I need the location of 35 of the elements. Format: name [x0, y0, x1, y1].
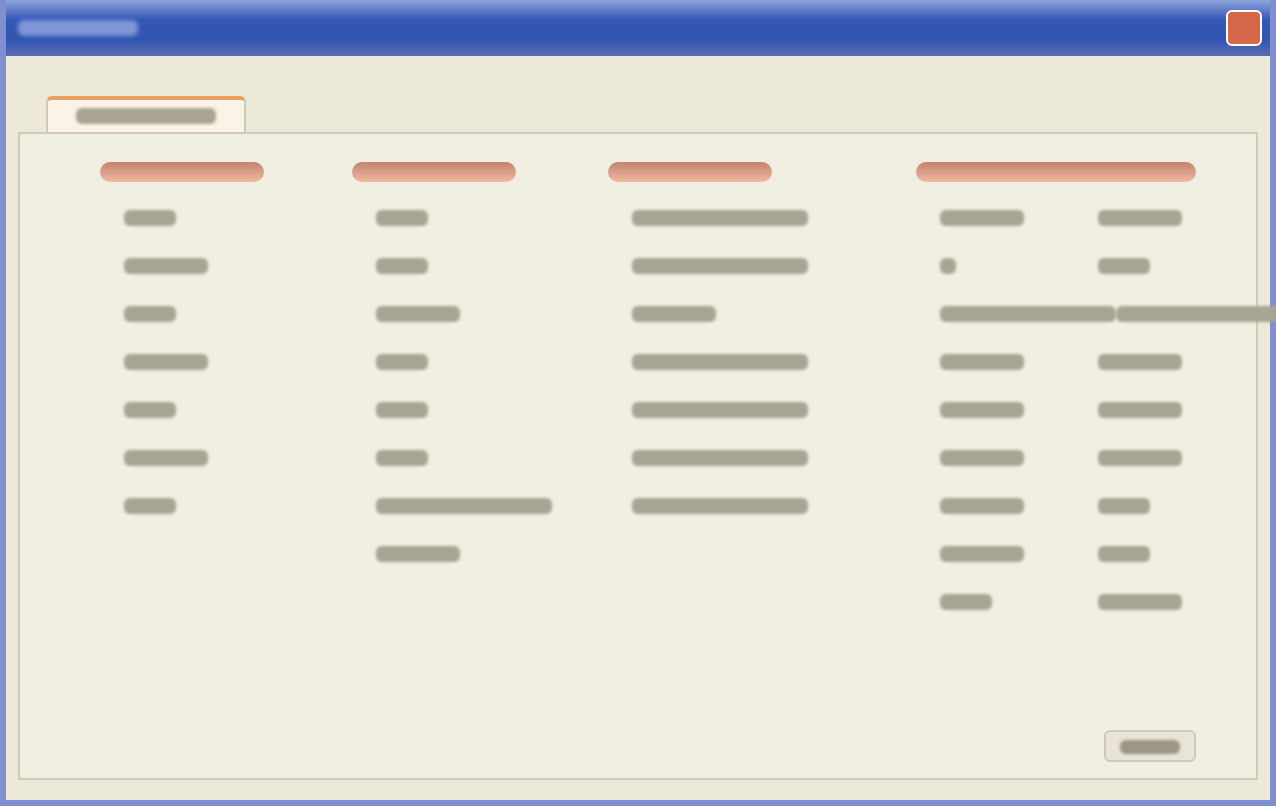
blurred-text [376, 450, 428, 466]
blurred-text [940, 450, 1024, 466]
blurred-text [1098, 546, 1150, 562]
tab[interactable] [46, 96, 246, 132]
blurred-text [1098, 498, 1150, 514]
blurred-text [376, 546, 460, 562]
blurred-text [124, 498, 176, 514]
blurred-title [18, 20, 138, 36]
blurred-text [1098, 354, 1182, 370]
blurred-text [376, 402, 428, 418]
blurred-text [940, 402, 1024, 418]
close-button[interactable] [1226, 10, 1262, 46]
blurred-text [940, 546, 1024, 562]
blurred-text [376, 210, 428, 226]
blurred-text [124, 210, 176, 226]
blurred-text [1098, 450, 1182, 466]
blurred-text [1098, 258, 1150, 274]
blurred-text [376, 306, 460, 322]
blurred-text [1098, 594, 1182, 610]
blurred-text [376, 258, 428, 274]
blurred-text [940, 354, 1024, 370]
blurred-text [940, 498, 1024, 514]
blurred-text [1098, 402, 1182, 418]
blurred-text [376, 354, 428, 370]
blurred-text [124, 450, 208, 466]
blurred-text [124, 258, 208, 274]
blurred-text [940, 594, 992, 610]
blurred-text [632, 306, 716, 322]
blurred-text [1098, 210, 1182, 226]
blurred-text [124, 354, 208, 370]
blurred-text [124, 306, 176, 322]
blurred-text [124, 402, 176, 418]
dialog-button[interactable] [1104, 730, 1196, 762]
blurred-text [940, 210, 1024, 226]
blurred-text [940, 258, 956, 274]
